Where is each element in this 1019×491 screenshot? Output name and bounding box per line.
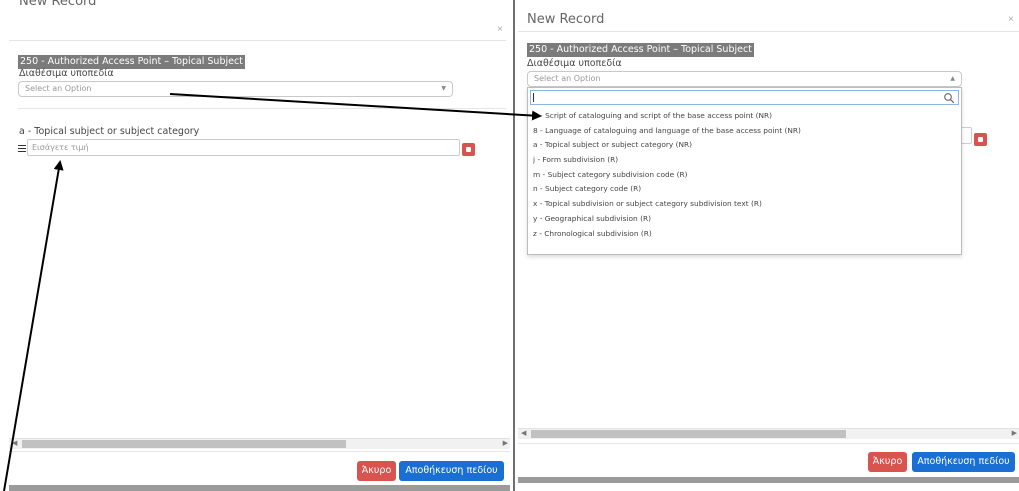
horizontal-scrollbar[interactable]: ◀ ▶ <box>518 428 1019 439</box>
close-icon[interactable]: × <box>497 24 503 35</box>
select-placeholder: Select an Option <box>534 74 601 83</box>
scrollbar-thumb[interactable] <box>22 440 346 448</box>
dropdown-option[interactable]: 8 - Language of cataloguing and language… <box>528 124 961 139</box>
close-icon[interactable]: × <box>1008 14 1014 25</box>
left-modal: New Record × 250 - Authorized Access Poi… <box>0 0 512 491</box>
horizontal-scrollbar[interactable]: ◀ ▶ <box>9 438 510 449</box>
right-modal: New Record × 250 - Authorized Access Poi… <box>518 0 1019 491</box>
field-badge: 250 - Authorized Access Point – Topical … <box>18 55 245 69</box>
options-dropdown: 7 - Script of cataloguing and script of … <box>527 87 962 255</box>
search-icon <box>944 93 955 104</box>
dropdown-option[interactable]: a - Topical subject or subject category … <box>528 138 961 153</box>
section-divider <box>18 108 506 109</box>
subfield-select[interactable]: Select an Option ▲ <box>527 71 962 87</box>
dropdown-option[interactable]: z - Chronological subdivision (R) <box>528 227 961 242</box>
cancel-button[interactable]: Άκυρο <box>357 461 396 481</box>
dropdown-option[interactable]: y - Geographical subdivision (R) <box>528 212 961 227</box>
options-list: 7 - Script of cataloguing and script of … <box>528 109 961 241</box>
chevron-up-icon: ▲ <box>950 75 955 82</box>
select-placeholder: Select an Option <box>25 84 92 93</box>
modal-title: New Record <box>527 12 605 27</box>
dropdown-search-input[interactable] <box>530 90 959 105</box>
subfields-label: Διαθέσιμα υποπεδία <box>527 58 622 69</box>
dropdown-option[interactable]: x - Topical subdivision or subject categ… <box>528 197 961 212</box>
header-divider <box>518 31 1019 32</box>
scroll-left-icon[interactable]: ◀ <box>12 439 17 449</box>
scroll-right-icon[interactable]: ▶ <box>1012 429 1017 439</box>
bottom-bar <box>9 485 510 491</box>
field-badge: 250 - Authorized Access Point – Topical … <box>527 43 754 57</box>
delete-icon[interactable] <box>974 133 987 146</box>
dropdown-option[interactable]: j - Form subdivision (R) <box>528 153 961 168</box>
panel-divider <box>513 0 515 491</box>
footer-divider <box>518 443 1019 444</box>
subfields-label: Διαθέσιμα υποπεδία <box>19 68 114 79</box>
chevron-down-icon: ▼ <box>441 85 446 92</box>
cancel-button[interactable]: Άκυρο <box>868 452 907 472</box>
save-field-button[interactable]: Αποθήκευση πεδίου <box>912 452 1015 472</box>
dropdown-option[interactable]: n - Subject category code (R) <box>528 182 961 197</box>
bottom-bar <box>518 477 1019 483</box>
subfield-select[interactable]: Select an Option ▼ <box>18 81 453 97</box>
header-divider <box>9 40 506 41</box>
scroll-right-icon[interactable]: ▶ <box>503 439 508 449</box>
dropdown-option[interactable]: m - Subject category subdivision code (R… <box>528 168 961 183</box>
scroll-left-icon[interactable]: ◀ <box>521 429 526 439</box>
subfield-label: a - Topical subject or subject category <box>19 126 200 137</box>
input-placeholder: Εισάγετε τιμή <box>32 143 89 152</box>
save-field-button[interactable]: Αποθήκευση πεδίου <box>399 461 504 481</box>
subfield-value-input[interactable]: Εισάγετε τιμή <box>27 139 460 156</box>
modal-title: New Record <box>19 0 97 9</box>
scrollbar-thumb[interactable] <box>531 430 846 438</box>
footer-divider <box>9 451 510 452</box>
dropdown-option[interactable]: 7 - Script of cataloguing and script of … <box>528 109 961 124</box>
delete-icon[interactable] <box>462 143 475 156</box>
drag-handle-icon[interactable] <box>18 145 26 152</box>
